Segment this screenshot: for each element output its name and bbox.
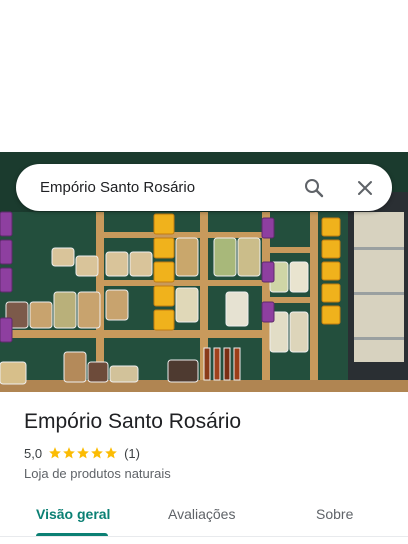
place-category: Loja de produtos naturais (24, 466, 171, 481)
search-bar[interactable]: Empório Santo Rosário (16, 164, 392, 211)
rating-value: 5,0 (24, 445, 43, 461)
tab-bar: Visão geral Avaliações Sobre (0, 496, 408, 537)
star-icon (91, 447, 103, 459)
star-icon (105, 447, 117, 459)
rating-row[interactable]: 5,0 (1) (24, 445, 140, 461)
star-icon (77, 447, 89, 459)
tab-reviews[interactable]: Avaliações (168, 506, 235, 522)
review-count[interactable]: (1) (124, 446, 140, 461)
star-icon (49, 447, 61, 459)
tab-overview[interactable]: Visão geral (36, 506, 110, 522)
place-title: Empório Santo Rosário (24, 410, 242, 433)
tab-about[interactable]: Sobre (316, 506, 353, 522)
star-icon (63, 447, 75, 459)
active-tab-indicator (36, 533, 108, 536)
search-icon[interactable] (302, 176, 326, 200)
close-icon[interactable] (353, 176, 377, 200)
search-input[interactable]: Empório Santo Rosário (40, 179, 195, 196)
rating-stars (48, 446, 118, 460)
